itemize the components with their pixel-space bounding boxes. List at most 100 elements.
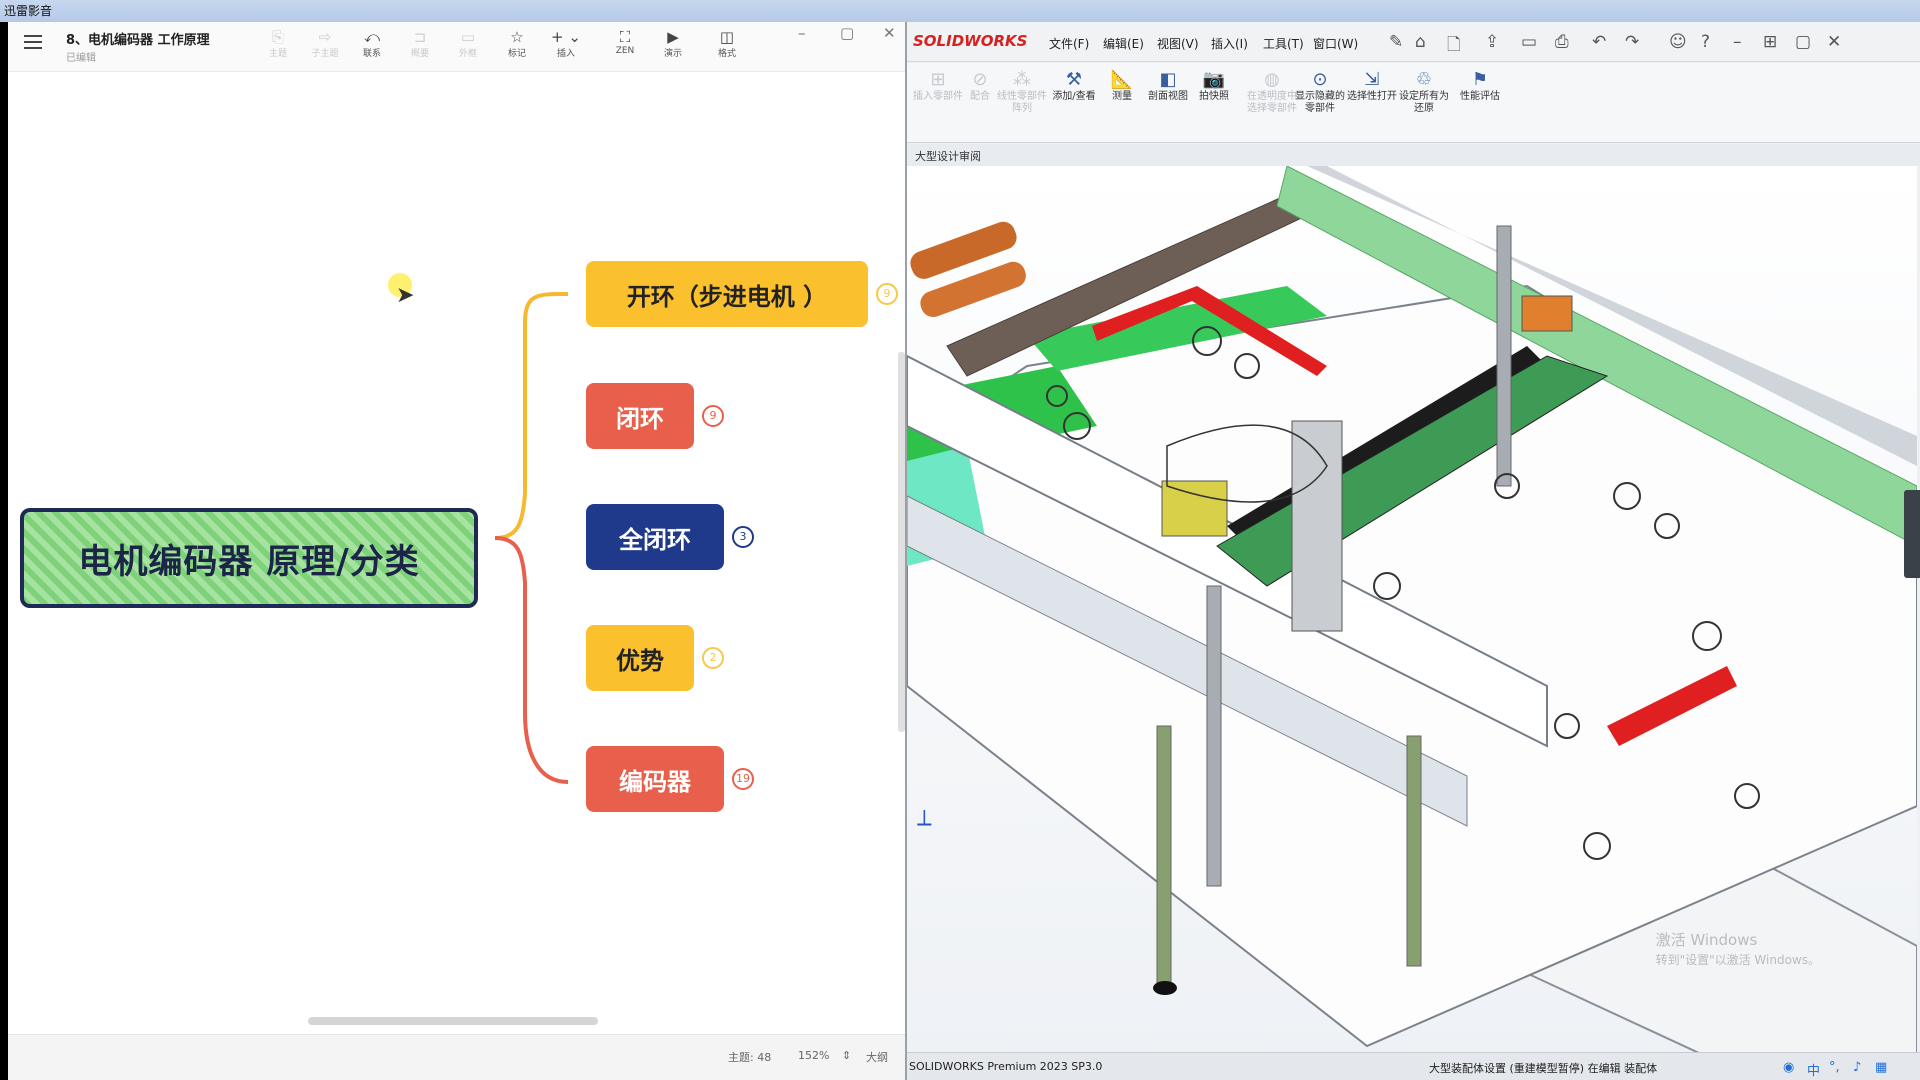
ribbon-button-3[interactable]: ⚒ 添加/查看 bbox=[1049, 69, 1099, 103]
document-tab[interactable]: 大型设计审阅 bbox=[915, 148, 981, 164]
user-icon[interactable]: ☺ bbox=[1669, 32, 1687, 52]
menu-item-1[interactable]: 编辑(E) bbox=[1103, 35, 1144, 52]
branch-topic-4[interactable]: 优势 bbox=[586, 625, 694, 691]
close-icon[interactable]: ✕ bbox=[1827, 32, 1841, 52]
toolbar-button-7[interactable]: ⛶ ZEN bbox=[605, 28, 645, 56]
subtopic-count-badge[interactable]: 9 bbox=[876, 283, 898, 305]
ribbon-icon: ⚒ bbox=[1065, 69, 1083, 90]
subtopic-count-badge[interactable]: 19 bbox=[732, 768, 754, 790]
activation-watermark: 激活 Windows 转到"设置"以激活 Windows。 bbox=[1656, 930, 1820, 970]
toolbar-label: 主题 bbox=[268, 49, 287, 59]
ribbon-button-10[interactable]: ♲ 设定所有为还原 bbox=[1399, 69, 1449, 115]
toolbar-label: 联系 bbox=[362, 49, 381, 59]
task-pane-tab[interactable] bbox=[1904, 490, 1920, 578]
tile-icon[interactable]: ⊞ bbox=[1763, 32, 1777, 52]
open-icon[interactable]: ⇪ bbox=[1485, 32, 1499, 52]
menu-item-5[interactable]: 窗口(W) bbox=[1313, 35, 1358, 52]
ribbon-label: 测量 bbox=[1112, 91, 1132, 102]
branch-topic-5[interactable]: 编码器 bbox=[586, 746, 724, 812]
toolbar-label: 概要 bbox=[410, 49, 429, 59]
toolbar-button-2[interactable]: ⤺ 联系 bbox=[352, 28, 392, 59]
ribbon-label: 添加/查看 bbox=[1052, 91, 1096, 102]
menu-item-2[interactable]: 视图(V) bbox=[1157, 35, 1199, 52]
mindmap-toolbar: 8、电机编码器 工作原理 已编辑 ⎘ 主题 ⇨ 子主题 ⤺ 联系 ⊐ 概要 ▭ 外框 ☆ 标记 + ⌄ 插… bbox=[8, 22, 905, 72]
central-topic[interactable]: 电机编码器 原理/分类 bbox=[20, 508, 478, 608]
ime-indicator[interactable]: 中 bbox=[1807, 1060, 1820, 1079]
ribbon-button-8[interactable]: ⊙ 显示隐藏的零部件 bbox=[1295, 69, 1345, 115]
subtopic-count-badge[interactable]: 2 bbox=[702, 647, 724, 669]
ribbon-label: 线性零部件阵列 bbox=[997, 91, 1047, 114]
undo-icon[interactable]: ↶ bbox=[1592, 32, 1606, 52]
ribbon-icon: ⊙ bbox=[1312, 69, 1328, 90]
toolbar-button-1[interactable]: ⇨ 子主题 bbox=[305, 28, 345, 59]
product-version: SOLIDWORKS Premium 2023 SP3.0 bbox=[909, 1060, 1103, 1073]
ribbon-button-5[interactable]: ◧ 剖面视图 bbox=[1143, 69, 1193, 103]
ribbon-button-6[interactable]: 📷 拍快照 bbox=[1189, 69, 1239, 103]
ribbon-button-11[interactable]: ⚑ 性能评估 bbox=[1455, 69, 1505, 103]
horizontal-scrollbar[interactable] bbox=[308, 1017, 598, 1025]
toolbar-button-3[interactable]: ⊐ 概要 bbox=[400, 28, 440, 59]
menu-item-4[interactable]: 工具(T) bbox=[1263, 35, 1304, 52]
ribbon-icon: ⁂ bbox=[1013, 69, 1031, 90]
branch-topic-3[interactable]: 全闭环 bbox=[586, 504, 724, 570]
ribbon-icon: ⇲ bbox=[1364, 69, 1380, 90]
toolbar-icon: ☆ bbox=[510, 28, 524, 46]
minimize-icon[interactable]: – bbox=[798, 24, 806, 42]
toolbar-button-8[interactable]: ▶ 演示 bbox=[653, 28, 693, 59]
zoom-level[interactable]: 152% bbox=[798, 1049, 829, 1062]
mindmap-app: 8、电机编码器 工作原理 已编辑 ⎘ 主题 ⇨ 子主题 ⤺ 联系 ⊐ 概要 ▭ 外框 ☆ 标记 + ⌄ 插… bbox=[0, 22, 905, 1080]
redo-icon[interactable]: ↷ bbox=[1625, 32, 1639, 52]
help-icon[interactable]: ? bbox=[1701, 32, 1710, 52]
ribbon-button-2[interactable]: ⁂ 线性零部件阵列 bbox=[997, 69, 1047, 115]
zoom-stepper-icon[interactable]: ⇕ bbox=[842, 1049, 851, 1062]
vertical-scrollbar[interactable] bbox=[898, 352, 905, 732]
toolbar-button-0[interactable]: ⎘ 主题 bbox=[258, 28, 298, 59]
maximize-icon[interactable]: ▢ bbox=[840, 24, 854, 42]
close-icon[interactable]: ✕ bbox=[883, 24, 896, 42]
grid-menu-icon[interactable]: ▦ bbox=[1875, 1060, 1887, 1075]
toolbar-label: 标记 bbox=[507, 49, 526, 59]
hamburger-menu-icon[interactable] bbox=[24, 35, 42, 49]
solidworks-logo[interactable]: SOLIDWORKS bbox=[913, 32, 1027, 50]
branch-topic-1[interactable]: 开环（步进电机 ） bbox=[586, 261, 868, 327]
toolbar-icon: + ⌄ bbox=[551, 28, 581, 46]
menu-item-3[interactable]: 插入(I) bbox=[1211, 35, 1248, 52]
toolbar-button-4[interactable]: ▭ 外框 bbox=[448, 28, 488, 59]
maximize-icon[interactable]: ▢ bbox=[1795, 32, 1811, 52]
microphone-icon[interactable]: ♪ bbox=[1853, 1060, 1861, 1075]
print-icon[interactable]: ⎙ bbox=[1555, 32, 1569, 52]
ribbon-button-9[interactable]: ⇲ 选择性打开 bbox=[1347, 69, 1397, 103]
outline-toggle[interactable]: 大纲 bbox=[866, 1049, 888, 1065]
punctuation-icon[interactable]: °, bbox=[1829, 1060, 1840, 1075]
subtopic-count-badge[interactable]: 3 bbox=[732, 526, 754, 548]
toolbar-icon: ⤺ bbox=[363, 28, 381, 46]
leg-2 bbox=[1156, 725, 1172, 987]
toolbar-icon: ▭ bbox=[460, 28, 476, 46]
toolbar-label: 演示 bbox=[663, 49, 682, 59]
toolbar-label: 插入 bbox=[556, 49, 575, 59]
toolbar-icon: ◫ bbox=[719, 28, 735, 46]
pin-icon[interactable]: ✎ bbox=[1389, 32, 1403, 52]
toolbar-button-9[interactable]: ◫ 格式 bbox=[707, 28, 747, 59]
home-icon[interactable]: ⌂ bbox=[1415, 32, 1426, 52]
file-status: 已编辑 bbox=[66, 53, 96, 64]
minimize-icon[interactable]: – bbox=[1733, 32, 1742, 52]
toolbar-label: 外框 bbox=[458, 49, 477, 59]
subtopic-count-badge[interactable]: 9 bbox=[702, 405, 724, 427]
toolbar-button-5[interactable]: ☆ 标记 bbox=[497, 28, 537, 59]
tray-app-icon[interactable]: ◉ bbox=[1783, 1060, 1794, 1075]
ribbon-icon: 📐 bbox=[1110, 69, 1134, 90]
menu-item-0[interactable]: 文件(F) bbox=[1049, 35, 1089, 52]
new-document-icon[interactable]: 🗋 bbox=[1447, 32, 1461, 61]
mindmap-canvas[interactable]: ➤ 电机编码器 原理/分类 开环（步进电机 ） 9 闭环 9 全闭环 3 优势 2 编码器 19 bbox=[8, 73, 905, 1033]
toolbar-icon: ▶ bbox=[667, 28, 679, 46]
toolbar-button-6[interactable]: + ⌄ 插入 bbox=[546, 28, 586, 59]
ribbon-icon: ◧ bbox=[1159, 69, 1177, 90]
branch-topic-2[interactable]: 闭环 bbox=[586, 383, 694, 449]
ribbon-button-7[interactable]: ◍ 在透明度中选择零部件 bbox=[1247, 69, 1297, 115]
ribbon-label: 显示隐藏的零部件 bbox=[1295, 91, 1345, 114]
ribbon-button-4[interactable]: 📐 测量 bbox=[1097, 69, 1147, 103]
ribbon-label: 选择性打开 bbox=[1347, 91, 1397, 102]
save-icon[interactable]: ▭ bbox=[1521, 32, 1537, 52]
ribbon-label: 拍快照 bbox=[1199, 91, 1229, 102]
